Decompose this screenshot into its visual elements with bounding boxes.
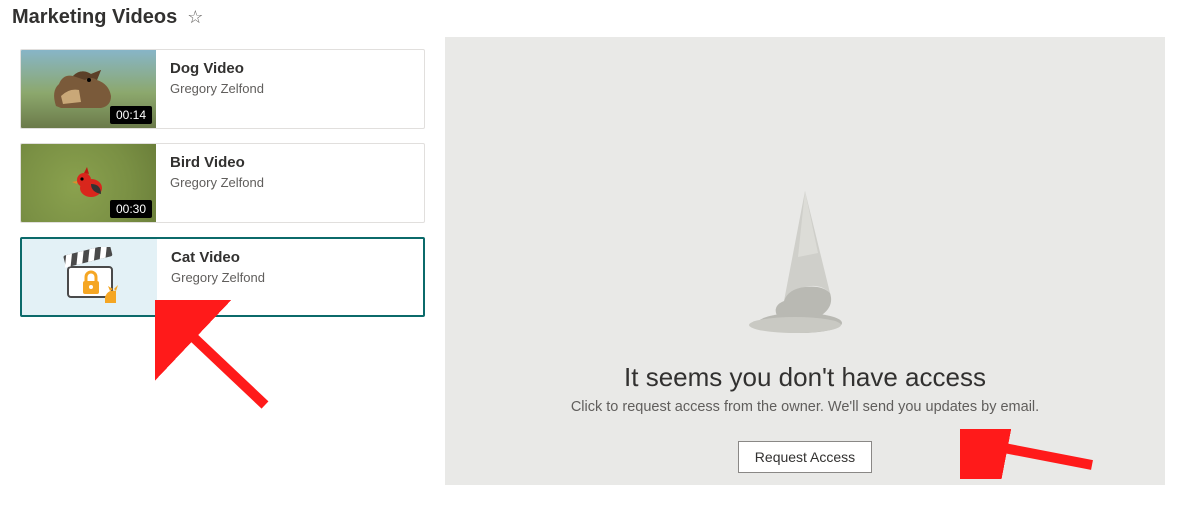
video-thumbnail: 00:14 [21,50,156,128]
access-denied-subtitle: Click to request access from the owner. … [571,399,1039,415]
content-area: 00:14 Dog Video Gregory Zelfond 00:30 [0,37,1177,497]
locked-thumbnail [22,239,157,315]
request-access-button[interactable]: Request Access [738,441,872,473]
access-denied-panel: It seems you don't have access Click to … [445,37,1165,485]
page-title: Marketing Videos [12,6,177,29]
video-title: Dog Video [170,60,264,77]
video-duration: 00:14 [110,106,152,124]
favorite-star-icon[interactable]: ☆ [187,7,203,28]
access-denied-title: It seems you don't have access [624,362,986,393]
annotation-arrow-icon [960,429,1100,479]
page-header: Marketing Videos ☆ [0,0,1177,37]
video-author: Gregory Zelfond [171,270,265,285]
video-author: Gregory Zelfond [170,81,264,96]
video-card-body: Dog Video Gregory Zelfond [156,50,278,128]
bird-image-icon [71,164,111,204]
video-card-selected[interactable]: Cat Video Gregory Zelfond [20,237,425,317]
video-title: Bird Video [170,154,264,171]
video-card[interactable]: 00:14 Dog Video Gregory Zelfond [20,49,425,129]
video-card-body: Cat Video Gregory Zelfond [157,239,279,315]
video-duration: 00:30 [110,200,152,218]
video-card[interactable]: 00:30 Bird Video Gregory Zelfond [20,143,425,223]
video-title: Cat Video [171,249,265,266]
video-author: Gregory Zelfond [170,175,264,190]
video-list-panel: 00:14 Dog Video Gregory Zelfond 00:30 [12,37,433,485]
annotation-arrow-icon [155,300,285,420]
fallen-cone-icon [740,183,870,348]
locked-clapper-icon [50,247,130,307]
video-thumbnail: 00:30 [21,144,156,222]
video-card-body: Bird Video Gregory Zelfond [156,144,278,222]
